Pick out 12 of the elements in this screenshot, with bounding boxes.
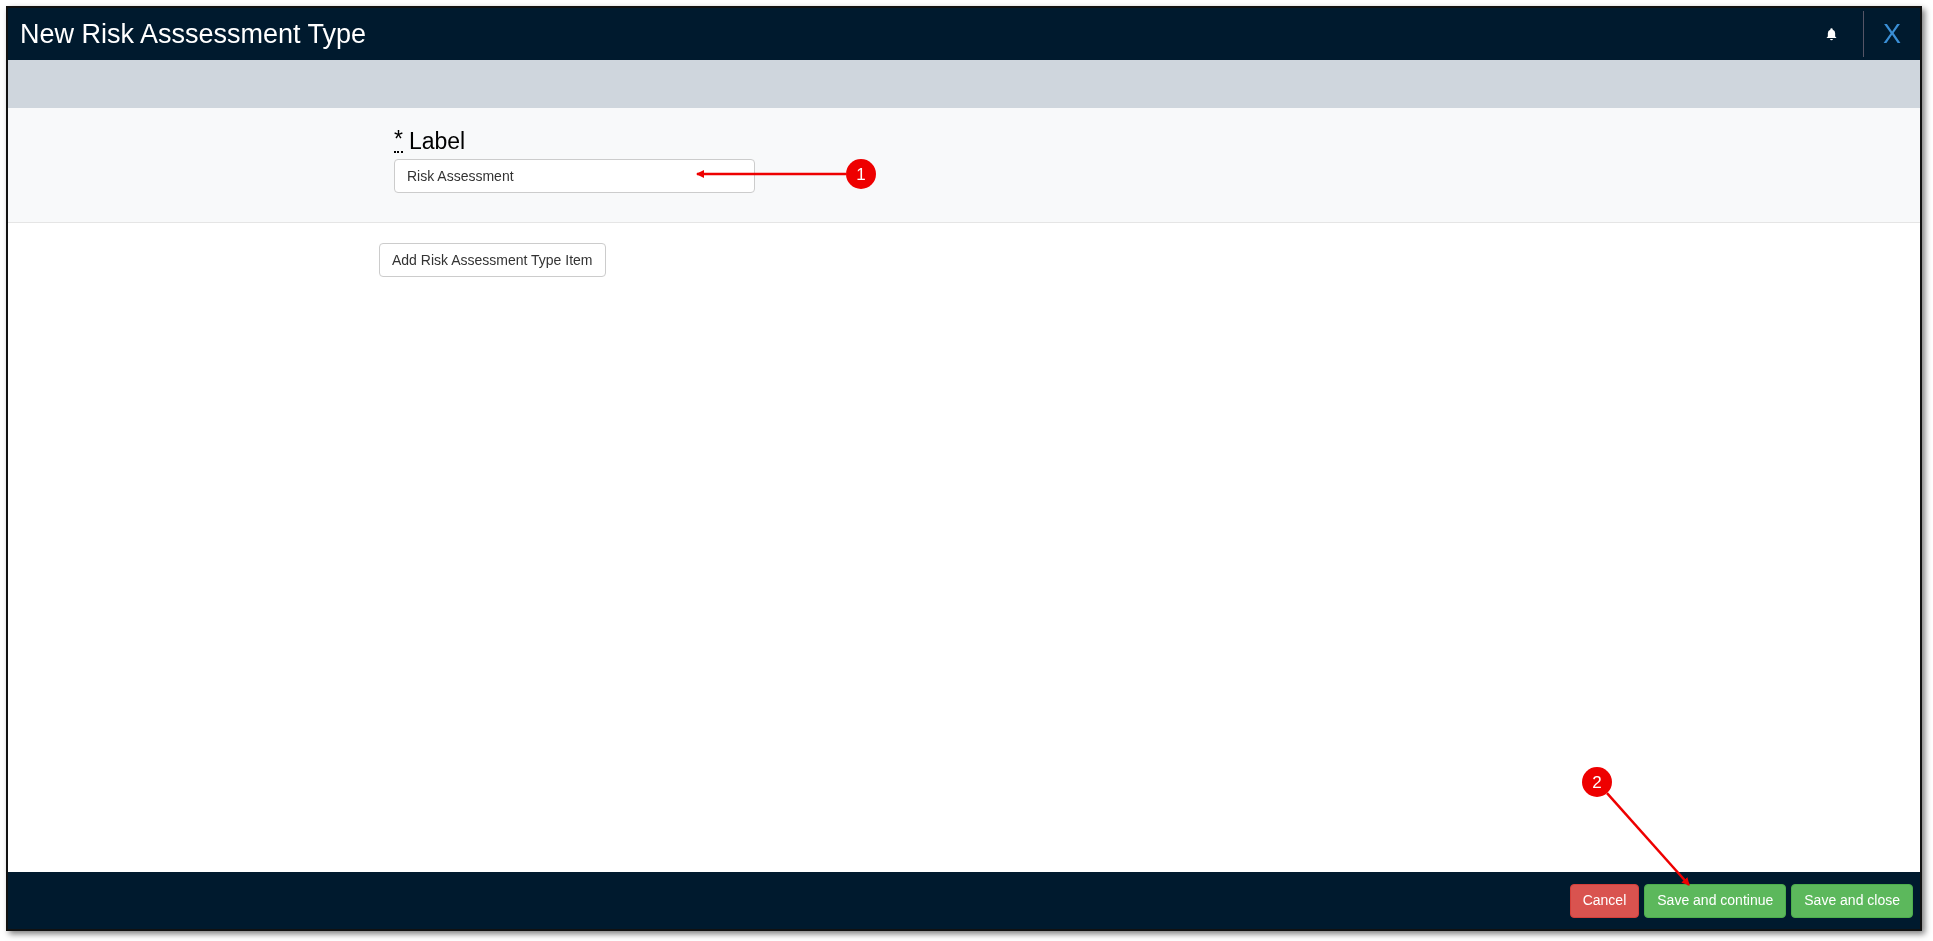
required-mark: *	[394, 128, 403, 153]
field-label: Label	[408, 130, 466, 153]
annotation-marker	[846, 159, 876, 189]
annotation-number: 1	[856, 165, 866, 184]
bell-icon[interactable]	[1825, 27, 1838, 41]
close-button[interactable]: X	[1864, 13, 1920, 55]
annotation-number: 2	[1592, 773, 1602, 792]
window-title: New Risk Asssessment Type	[20, 17, 368, 51]
add-item-button[interactable]: Add Risk Assessment Type Item	[379, 243, 606, 277]
label-input-field[interactable]: Risk Assessment	[394, 159, 755, 193]
annotation-marker	[1582, 767, 1612, 797]
cancel-button[interactable]: Cancel	[1569, 883, 1640, 918]
